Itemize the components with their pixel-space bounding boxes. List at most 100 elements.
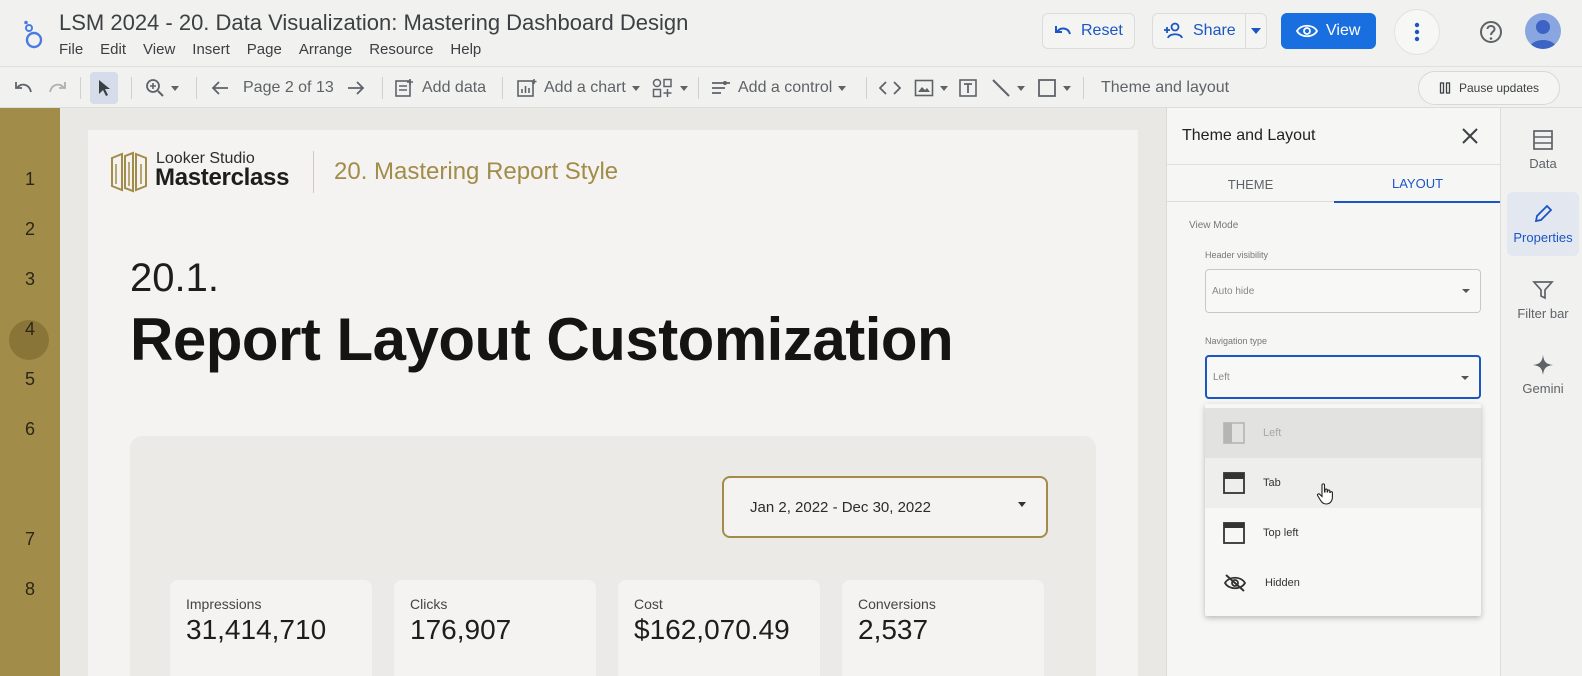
sparkle-icon [1533, 355, 1553, 375]
text-box-button[interactable] [958, 67, 978, 109]
previous-page-button[interactable] [210, 67, 230, 109]
navigation-type-select[interactable]: Left [1205, 355, 1481, 399]
caret-down-icon [680, 85, 688, 91]
menu-view[interactable]: View [143, 41, 184, 58]
menu-edit[interactable]: Edit [100, 41, 135, 58]
rail-gemini-label: Gemini [1522, 381, 1564, 396]
add-data-button[interactable]: Add data [394, 67, 486, 109]
menu-insert[interactable]: Insert [192, 41, 239, 58]
rail-filter-bar[interactable]: Filter bar [1507, 268, 1579, 332]
kpi-card-cost[interactable]: Cost $162,070.49 [618, 580, 820, 676]
add-control-label: Add a control [738, 79, 833, 96]
section-link-2[interactable]: 2 [0, 219, 60, 240]
share-button[interactable]: Share [1152, 13, 1248, 49]
community-visualizations-button[interactable] [652, 67, 688, 109]
line-button[interactable] [991, 67, 1025, 109]
section-link-7[interactable]: 7 [0, 529, 60, 550]
pause-updates-label: Pause updates [1458, 81, 1540, 95]
reset-button[interactable]: Reset [1042, 13, 1135, 49]
pause-updates-button[interactable]: Pause updates [1418, 71, 1560, 105]
eye-off-icon [1223, 574, 1247, 592]
nav-option-hidden[interactable]: Hidden [1205, 558, 1481, 608]
rectangle-icon [1038, 79, 1056, 97]
menu-help[interactable]: Help [450, 41, 490, 58]
image-icon [914, 79, 934, 97]
share-dropdown-button[interactable] [1245, 13, 1267, 49]
document-title[interactable]: LSM 2024 - 20. Data Visualization: Maste… [59, 10, 688, 36]
menu-resource[interactable]: Resource [369, 41, 442, 58]
theme-and-layout-button[interactable]: Theme and layout [1101, 67, 1229, 109]
panel-tabs: THEME LAYOUT [1167, 164, 1501, 203]
nav-option-tab[interactable]: Tab [1205, 458, 1481, 508]
section-link-3[interactable]: 3 [0, 269, 60, 290]
nav-option-label: Top left [1263, 527, 1299, 539]
section-number: 20.1. [130, 256, 219, 300]
nav-option-label: Tab [1263, 477, 1281, 489]
kpi-value: 2,537 [858, 614, 929, 645]
kpi-card-clicks[interactable]: Clicks 176,907 [394, 580, 596, 676]
section-link-5[interactable]: 5 [0, 369, 60, 390]
kpi-value: 31,414,710 [186, 614, 327, 645]
person-avatar-icon [1529, 20, 1557, 49]
zoom-in-icon [146, 79, 164, 97]
top-left-nav-layout-icon [1223, 522, 1245, 544]
add-chart-button[interactable]: Add a chart [516, 67, 640, 109]
content-card: Jan 2, 2022 - Dec 30, 2022 Impressions 3… [130, 436, 1096, 676]
header-visibility-select[interactable]: Auto hide [1205, 269, 1481, 313]
add-person-icon [1164, 22, 1183, 39]
navigation-type-value: Left [1213, 371, 1230, 383]
line-icon [992, 79, 1010, 97]
rail-gemini[interactable]: Gemini [1507, 343, 1579, 407]
kpi-card-conversions[interactable]: Conversions 2,537 [842, 580, 1044, 676]
arrow-left-icon [211, 81, 228, 95]
zoom-button[interactable] [145, 67, 179, 109]
tab-layout[interactable]: LAYOUT [1334, 165, 1501, 203]
redo-button[interactable] [47, 67, 67, 109]
rail-data[interactable]: Data [1507, 118, 1579, 182]
rail-properties[interactable]: Properties [1507, 192, 1579, 256]
embed-url-button[interactable] [879, 67, 901, 109]
add-control-button[interactable]: Add a control [710, 67, 847, 109]
menu-arrange[interactable]: Arrange [299, 41, 361, 58]
section-navigation-rail: 1 2 3 4 5 6 7 8 [0, 108, 60, 676]
image-button[interactable] [914, 67, 948, 109]
vertical-dots-icon [1414, 22, 1420, 42]
tab-nav-layout-icon [1223, 472, 1245, 494]
data-table-icon [1533, 130, 1553, 150]
section-link-4[interactable]: 4 [0, 319, 60, 340]
next-page-button[interactable] [346, 67, 366, 109]
caret-down-icon [1251, 28, 1261, 34]
section-link-1[interactable]: 1 [0, 169, 60, 190]
caret-down-icon [838, 85, 847, 91]
tab-theme[interactable]: THEME [1167, 165, 1334, 203]
page-indicator[interactable]: Page 2 of 13 [243, 67, 334, 109]
panel-title: Theme and Layout [1182, 127, 1316, 144]
masterclass-logo-icon [111, 151, 147, 193]
filter-controls-icon [712, 81, 730, 94]
user-avatar[interactable] [1525, 13, 1561, 49]
theme-layout-panel: Theme and Layout THEME LAYOUT View Mode … [1166, 108, 1501, 676]
nav-option-left[interactable]: Left [1205, 408, 1481, 458]
view-button[interactable]: View [1281, 13, 1376, 49]
chart-icon [517, 79, 537, 97]
menu-file[interactable]: File [59, 41, 92, 58]
undo-button[interactable] [14, 67, 34, 109]
rail-filter-bar-label: Filter bar [1517, 306, 1569, 321]
section-link-8[interactable]: 8 [0, 579, 60, 600]
redo-icon [49, 82, 66, 93]
nav-option-top-left[interactable]: Top left [1205, 508, 1481, 558]
section-link-6[interactable]: 6 [0, 419, 60, 440]
close-icon[interactable] [1459, 125, 1481, 147]
brand-name-line2: Masterclass [155, 164, 290, 191]
date-range-picker[interactable]: Jan 2, 2022 - Dec 30, 2022 [722, 476, 1048, 538]
kpi-card-impressions[interactable]: Impressions 31,414,710 [170, 580, 372, 676]
select-tool-button[interactable] [90, 72, 118, 104]
shape-button[interactable] [1037, 67, 1071, 109]
menu-page[interactable]: Page [247, 41, 291, 58]
looker-studio-logo-icon[interactable] [20, 20, 46, 50]
app-bar: LSM 2024 - 20. Data Visualization: Maste… [0, 0, 1582, 66]
caret-down-icon [1462, 289, 1470, 293]
report-page[interactable]: Looker Studio Masterclass 20. Mastering … [88, 130, 1138, 676]
more-options-button[interactable] [1394, 9, 1440, 55]
help-icon[interactable] [1478, 19, 1504, 45]
